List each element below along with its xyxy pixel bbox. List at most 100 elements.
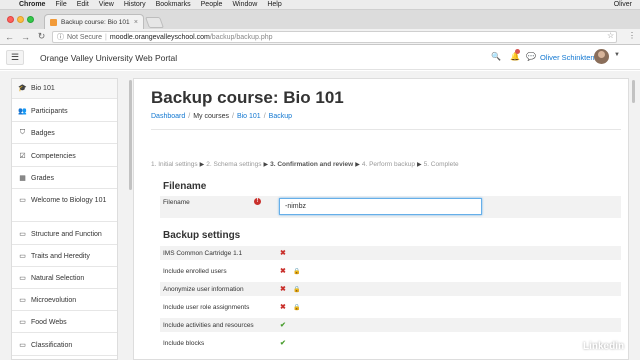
setting-label: Include user role assignments (163, 303, 250, 311)
new-tab-button[interactable] (144, 17, 165, 28)
filename-heading: Filename (163, 181, 207, 192)
menu-help[interactable]: Help (262, 1, 286, 8)
setting-label: Include blocks (163, 339, 205, 347)
required-icon: ! (254, 198, 261, 205)
filename-input[interactable]: -nimbz (279, 198, 482, 215)
menu-view[interactable]: View (94, 1, 119, 8)
drawer-item-course[interactable]: 🎓 Bio 101 (12, 79, 117, 99)
backup-progress-steps: 1. Initial settings ▶ 2. Schema settings… (151, 161, 459, 168)
avatar[interactable] (594, 49, 609, 64)
watermark-in: in (615, 341, 625, 352)
drawer-item-natural-selection[interactable]: ▭ Natural Selection (12, 269, 117, 289)
lock-icon: 🔒 (293, 286, 301, 293)
graduation-cap-icon: 🎓 (18, 85, 27, 92)
drawer-item-structure[interactable]: ▭ Structure and Function (12, 225, 117, 245)
drawer-scrollbar[interactable] (129, 80, 132, 190)
user-menu-caret-icon[interactable]: ▼ (614, 52, 620, 58)
setting-label: Include activities and resources (163, 321, 254, 329)
user-name[interactable]: Oliver Schinkten (540, 53, 595, 62)
site-name[interactable]: Orange Valley University Web Portal (40, 53, 177, 63)
checkbox-icon: ☑ (19, 153, 26, 160)
drawer-item-label: Natural Selection (31, 275, 85, 282)
backup-settings-heading: Backup settings (163, 230, 241, 241)
minimize-window-button[interactable] (17, 16, 24, 23)
drawer-item-food-webs[interactable]: ▭ Food Webs (12, 313, 117, 333)
breadcrumb-course[interactable]: Bio 101 (237, 113, 261, 120)
page-scrollbar[interactable] (632, 80, 635, 103)
setting-label: Anonymize user information (163, 285, 244, 293)
menu-window[interactable]: Window (227, 1, 262, 8)
step-arrow-icon: ▶ (199, 162, 205, 168)
setting-label: IMS Common Cartridge 1.1 (163, 249, 243, 257)
setting-row: Anonymize user information ✖ 🔒 (160, 282, 621, 296)
browser-tab[interactable]: Backup course: Bio 101 × (44, 14, 144, 29)
address-bar[interactable]: ⓘ Not Secure | moodle.orangevalleyschool… (52, 31, 617, 43)
drawer-item-traits[interactable]: ▭ Traits and Heredity (12, 247, 117, 267)
step-arrow-icon: ▶ (355, 162, 360, 168)
nav-drawer: 🎓 Bio 101 👥 Participants ⛉ Badges ☑ Comp… (11, 78, 118, 360)
menu-edit[interactable]: Edit (72, 1, 94, 8)
url-path: /backup/backup.php (209, 33, 273, 41)
folder-icon: ▭ (19, 342, 26, 349)
site-header: ☰ Orange Valley University Web Portal 🔍 … (0, 45, 640, 70)
drawer-item-label: Microevolution (31, 297, 77, 304)
info-icon[interactable]: ⓘ (57, 32, 64, 42)
drawer-item-welcome[interactable]: ▭ Welcome to Biology 101 (12, 191, 117, 222)
search-icon[interactable]: 🔍 (491, 52, 501, 61)
breadcrumb-separator: / (232, 113, 234, 120)
drawer-item-label: Food Webs (31, 319, 67, 326)
step-initial-settings: 1. Initial settings (151, 161, 198, 168)
drawer-item-competencies[interactable]: ☑ Competencies (12, 147, 117, 167)
hamburger-menu-icon[interactable]: ☰ (6, 50, 24, 65)
breadcrumb-separator: / (188, 113, 191, 120)
messages-icon[interactable]: 💬 (526, 52, 536, 61)
breadcrumb-dashboard[interactable]: Dashboard (151, 113, 185, 120)
setting-row: Include blocks ✔ (160, 336, 621, 350)
breadcrumb-backup[interactable]: Backup (269, 113, 292, 120)
close-window-button[interactable] (7, 16, 14, 23)
drawer-item-label: Grades (31, 175, 54, 182)
drawer-item-classification[interactable]: ▭ Classification (12, 336, 117, 356)
zoom-window-button[interactable] (27, 16, 34, 23)
url-host: moodle.orangevalleyschool.com (109, 33, 210, 41)
menu-people[interactable]: People (196, 1, 228, 8)
tab-title: Backup course: Bio 101 (61, 18, 130, 26)
drawer-item-label: Competencies (31, 153, 76, 160)
menu-bookmarks[interactable]: Bookmarks (151, 1, 196, 8)
reload-icon[interactable]: ↻ (35, 31, 48, 42)
menu-chrome[interactable]: Chrome (14, 1, 50, 8)
drawer-item-participants[interactable]: 👥 Participants (12, 102, 117, 122)
setting-row: Include user role assignments ✖ 🔒 (160, 300, 621, 314)
shield-icon: ⛉ (19, 129, 26, 136)
drawer-item-label: Structure and Function (31, 231, 102, 238)
bookmark-star-icon[interactable]: ☆ (607, 31, 614, 40)
back-arrow-icon[interactable]: ← (3, 32, 16, 42)
forward-arrow-icon[interactable]: → (19, 32, 32, 42)
menu-file[interactable]: File (50, 1, 71, 8)
drawer-item-label: Classification (31, 342, 73, 349)
tab-close-icon[interactable]: × (134, 19, 138, 26)
folder-icon: ▭ (19, 319, 26, 326)
drawer-item-label: Badges (31, 130, 55, 137)
folder-icon: ▭ (19, 275, 26, 282)
drawer-item-badges[interactable]: ⛉ Badges (12, 124, 117, 144)
cross-icon: ✖ (280, 286, 286, 293)
menu-history[interactable]: History (119, 1, 151, 8)
drawer-item-grades[interactable]: ▦ Grades (12, 169, 117, 189)
users-icon: 👥 (18, 108, 27, 115)
drawer-item-microevolution[interactable]: ▭ Microevolution (12, 291, 117, 311)
breadcrumb-separator: / (263, 113, 266, 120)
cross-icon: ✖ (280, 304, 286, 311)
drawer-item-label: Welcome to Biology 101 (31, 197, 107, 204)
step-arrow-icon: ▶ (416, 162, 422, 168)
step-arrow-icon: ▶ (263, 162, 269, 168)
menubar-user[interactable]: Oliver (614, 0, 632, 10)
filename-label: Filename (163, 199, 190, 206)
notification-badge (515, 49, 520, 54)
setting-label: Include enrolled users (163, 267, 227, 275)
table-icon: ▦ (19, 175, 26, 182)
chrome-menu-icon[interactable]: ⋮ (628, 31, 636, 40)
drawer-item-label: Bio 101 (31, 85, 55, 92)
breadcrumb: Dashboard / My courses / Bio 101 / Backu… (151, 113, 295, 120)
page-title: Backup course: Bio 101 (151, 88, 344, 107)
